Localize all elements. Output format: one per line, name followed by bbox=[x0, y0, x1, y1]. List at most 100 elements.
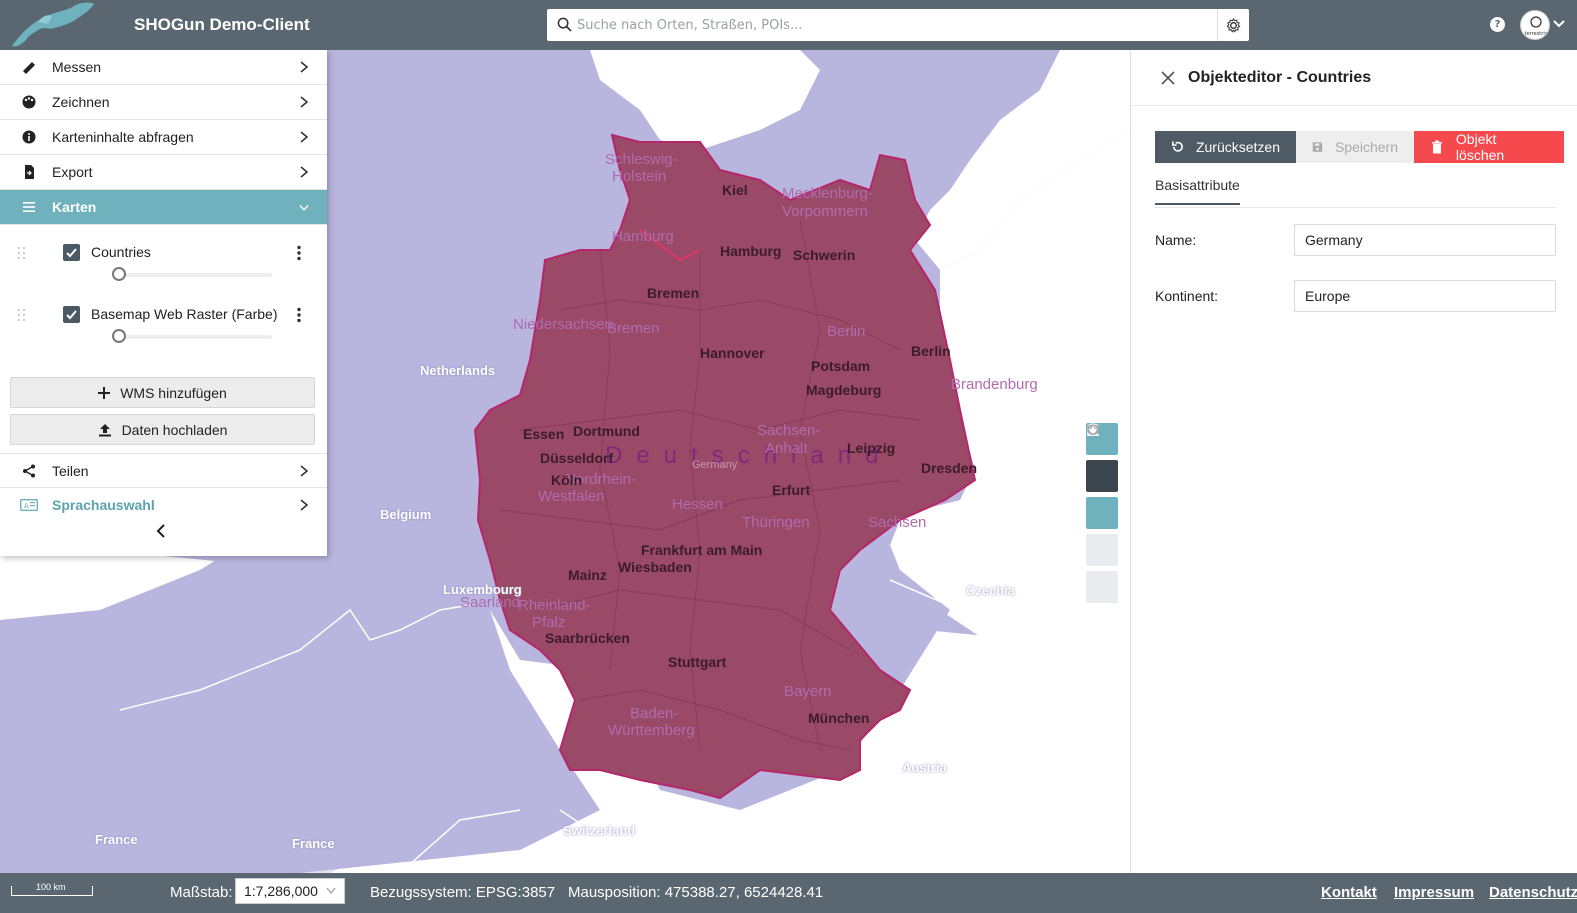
map-label-state: Anhalt bbox=[765, 440, 808, 457]
map-label-state: Bremen bbox=[607, 320, 660, 337]
map-label-city: Wiesbaden bbox=[618, 559, 692, 575]
map-label-country: Belgium bbox=[380, 507, 432, 522]
map-label-city: Frankfurt am Main bbox=[641, 542, 763, 558]
more-vertical-icon[interactable] bbox=[296, 245, 302, 261]
map-label-state: Hessen bbox=[672, 496, 723, 513]
search-settings-button[interactable] bbox=[1217, 9, 1249, 41]
add-wms-label: WMS hinzufügen bbox=[120, 384, 227, 401]
map-label-city: Essen bbox=[523, 426, 565, 442]
menu-item-label: Karten bbox=[52, 199, 97, 215]
reset-label: Zurücksetzen bbox=[1195, 139, 1280, 155]
chevron-right-icon bbox=[300, 465, 309, 477]
palette-icon bbox=[22, 95, 36, 109]
scale-select[interactable]: 1:7,286,000 bbox=[235, 878, 345, 904]
menu-item-label: Sprachauswahl bbox=[52, 497, 155, 513]
checkmark-icon bbox=[66, 310, 77, 320]
scale-label: Maßstab: bbox=[170, 884, 233, 901]
tab-basic-attributes[interactable]: Basisattribute bbox=[1155, 177, 1240, 205]
continent-field-label: Kontinent: bbox=[1155, 288, 1219, 304]
imprint-link[interactable]: Impressum bbox=[1394, 884, 1474, 901]
map-label-city: Mainz bbox=[568, 567, 607, 583]
share-icon bbox=[23, 464, 35, 478]
contact-link[interactable]: Kontakt bbox=[1321, 884, 1377, 901]
chevron-right-icon bbox=[300, 61, 309, 73]
map-label-city: Dresden bbox=[921, 460, 978, 476]
reset-button[interactable]: Zurücksetzen bbox=[1155, 131, 1296, 163]
delete-feature-button[interactable] bbox=[1086, 423, 1118, 529]
map-label-city: Stuttgart bbox=[668, 654, 727, 670]
map-label-state: Saarland bbox=[460, 594, 521, 611]
more-vertical-icon[interactable] bbox=[296, 307, 302, 323]
map-label-city: München bbox=[808, 710, 870, 726]
menu-item-label: Teilen bbox=[52, 463, 89, 479]
redo-button[interactable] bbox=[1086, 424, 1118, 603]
ruler-icon bbox=[23, 62, 35, 74]
top-bar: SHOGun Demo-Client ? terrestris bbox=[0, 0, 1577, 50]
menu-item-share[interactable]: Teilen bbox=[0, 453, 327, 488]
map-label-state: Schleswig- bbox=[605, 151, 678, 168]
map-label-city: Saarbrücken bbox=[545, 630, 630, 646]
opacity-slider-track[interactable] bbox=[118, 335, 272, 339]
edit-toolbar bbox=[1086, 423, 1118, 608]
scale-value: 1:7,286,000 bbox=[244, 883, 318, 899]
map-label-city: Düsseldorf bbox=[540, 450, 614, 466]
search-bar bbox=[547, 9, 1249, 41]
svg-text:terrestris: terrestris bbox=[1525, 31, 1548, 37]
map-label-city: Kiel bbox=[722, 182, 748, 198]
drag-handle-icon[interactable] bbox=[17, 246, 27, 260]
name-field-label: Name: bbox=[1155, 232, 1197, 248]
map-label-state: Mecklenburg- bbox=[782, 185, 873, 202]
map-label-city: Potsdam bbox=[811, 358, 871, 374]
draw-feature-button[interactable] bbox=[1086, 424, 1118, 492]
close-icon[interactable] bbox=[1161, 71, 1175, 85]
continent-field[interactable] bbox=[1294, 280, 1556, 312]
menu-item-maps[interactable]: Karten bbox=[0, 190, 327, 225]
menu-item-measure[interactable]: Messen bbox=[0, 50, 327, 85]
map-label-state: Thüringen bbox=[742, 514, 810, 531]
map-label-state: Pfalz bbox=[532, 614, 566, 631]
chevron-right-icon bbox=[300, 131, 309, 143]
map-label-city: Dortmund bbox=[573, 423, 640, 439]
crs-label: Bezugssystem: EPSG:3857 bbox=[370, 884, 556, 901]
save-button[interactable]: Speichern bbox=[1296, 131, 1414, 163]
chevron-down-icon bbox=[299, 205, 309, 211]
chevron-down-icon[interactable] bbox=[1553, 19, 1565, 29]
collapse-panel-button[interactable] bbox=[154, 523, 168, 539]
drag-handle-icon[interactable] bbox=[17, 308, 27, 322]
redo-icon bbox=[1087, 424, 1099, 435]
layer-visibility-checkbox[interactable] bbox=[63, 306, 80, 323]
add-wms-button[interactable]: WMS hinzufügen bbox=[10, 377, 315, 408]
menu-item-draw[interactable]: Zeichnen bbox=[0, 85, 327, 120]
map-label-state: Niedersachsen bbox=[513, 316, 614, 333]
map-label-city: Magdeburg bbox=[806, 382, 882, 398]
plus-icon bbox=[98, 386, 111, 399]
map-label-state: Sachsen bbox=[868, 514, 927, 531]
left-panel: Messen Zeichnen Karteninhalte abfragen E… bbox=[0, 50, 327, 556]
menu-item-label: Export bbox=[52, 164, 93, 180]
chevron-right-icon bbox=[300, 166, 309, 178]
layer-visibility-checkbox[interactable] bbox=[63, 244, 80, 261]
save-icon bbox=[1312, 142, 1323, 152]
menu-item-query[interactable]: Karteninhalte abfragen bbox=[0, 120, 327, 155]
map-label-city: Berlin bbox=[911, 343, 951, 359]
map-label-state: Württemberg bbox=[608, 722, 695, 739]
upload-data-button[interactable]: Daten hochladen bbox=[10, 414, 315, 445]
delete-object-button[interactable]: Objekt löschen bbox=[1414, 131, 1564, 163]
map-label-state: Westfalen bbox=[538, 488, 605, 505]
avatar[interactable]: terrestris bbox=[1520, 10, 1550, 40]
editor-header: Objekteditor - Countries bbox=[1131, 50, 1577, 106]
map-label-state: Hamburg bbox=[612, 228, 674, 245]
search-input[interactable] bbox=[577, 9, 1207, 41]
help-button[interactable]: ? bbox=[1490, 17, 1505, 32]
privacy-link[interactable]: Datenschutz bbox=[1489, 884, 1577, 901]
scale-bar-label: 100 km bbox=[36, 882, 66, 892]
opacity-slider-handle[interactable] bbox=[112, 329, 126, 343]
opacity-slider-track[interactable] bbox=[118, 273, 272, 277]
undo-button[interactable] bbox=[1086, 424, 1118, 566]
opacity-slider-handle[interactable] bbox=[112, 267, 126, 281]
name-field[interactable] bbox=[1294, 224, 1556, 256]
menu-item-export[interactable]: Export bbox=[0, 155, 327, 190]
chevron-down-icon bbox=[326, 887, 336, 894]
layer-name: Countries bbox=[91, 244, 151, 260]
menu-item-language[interactable]: A Sprachauswahl bbox=[0, 488, 327, 523]
